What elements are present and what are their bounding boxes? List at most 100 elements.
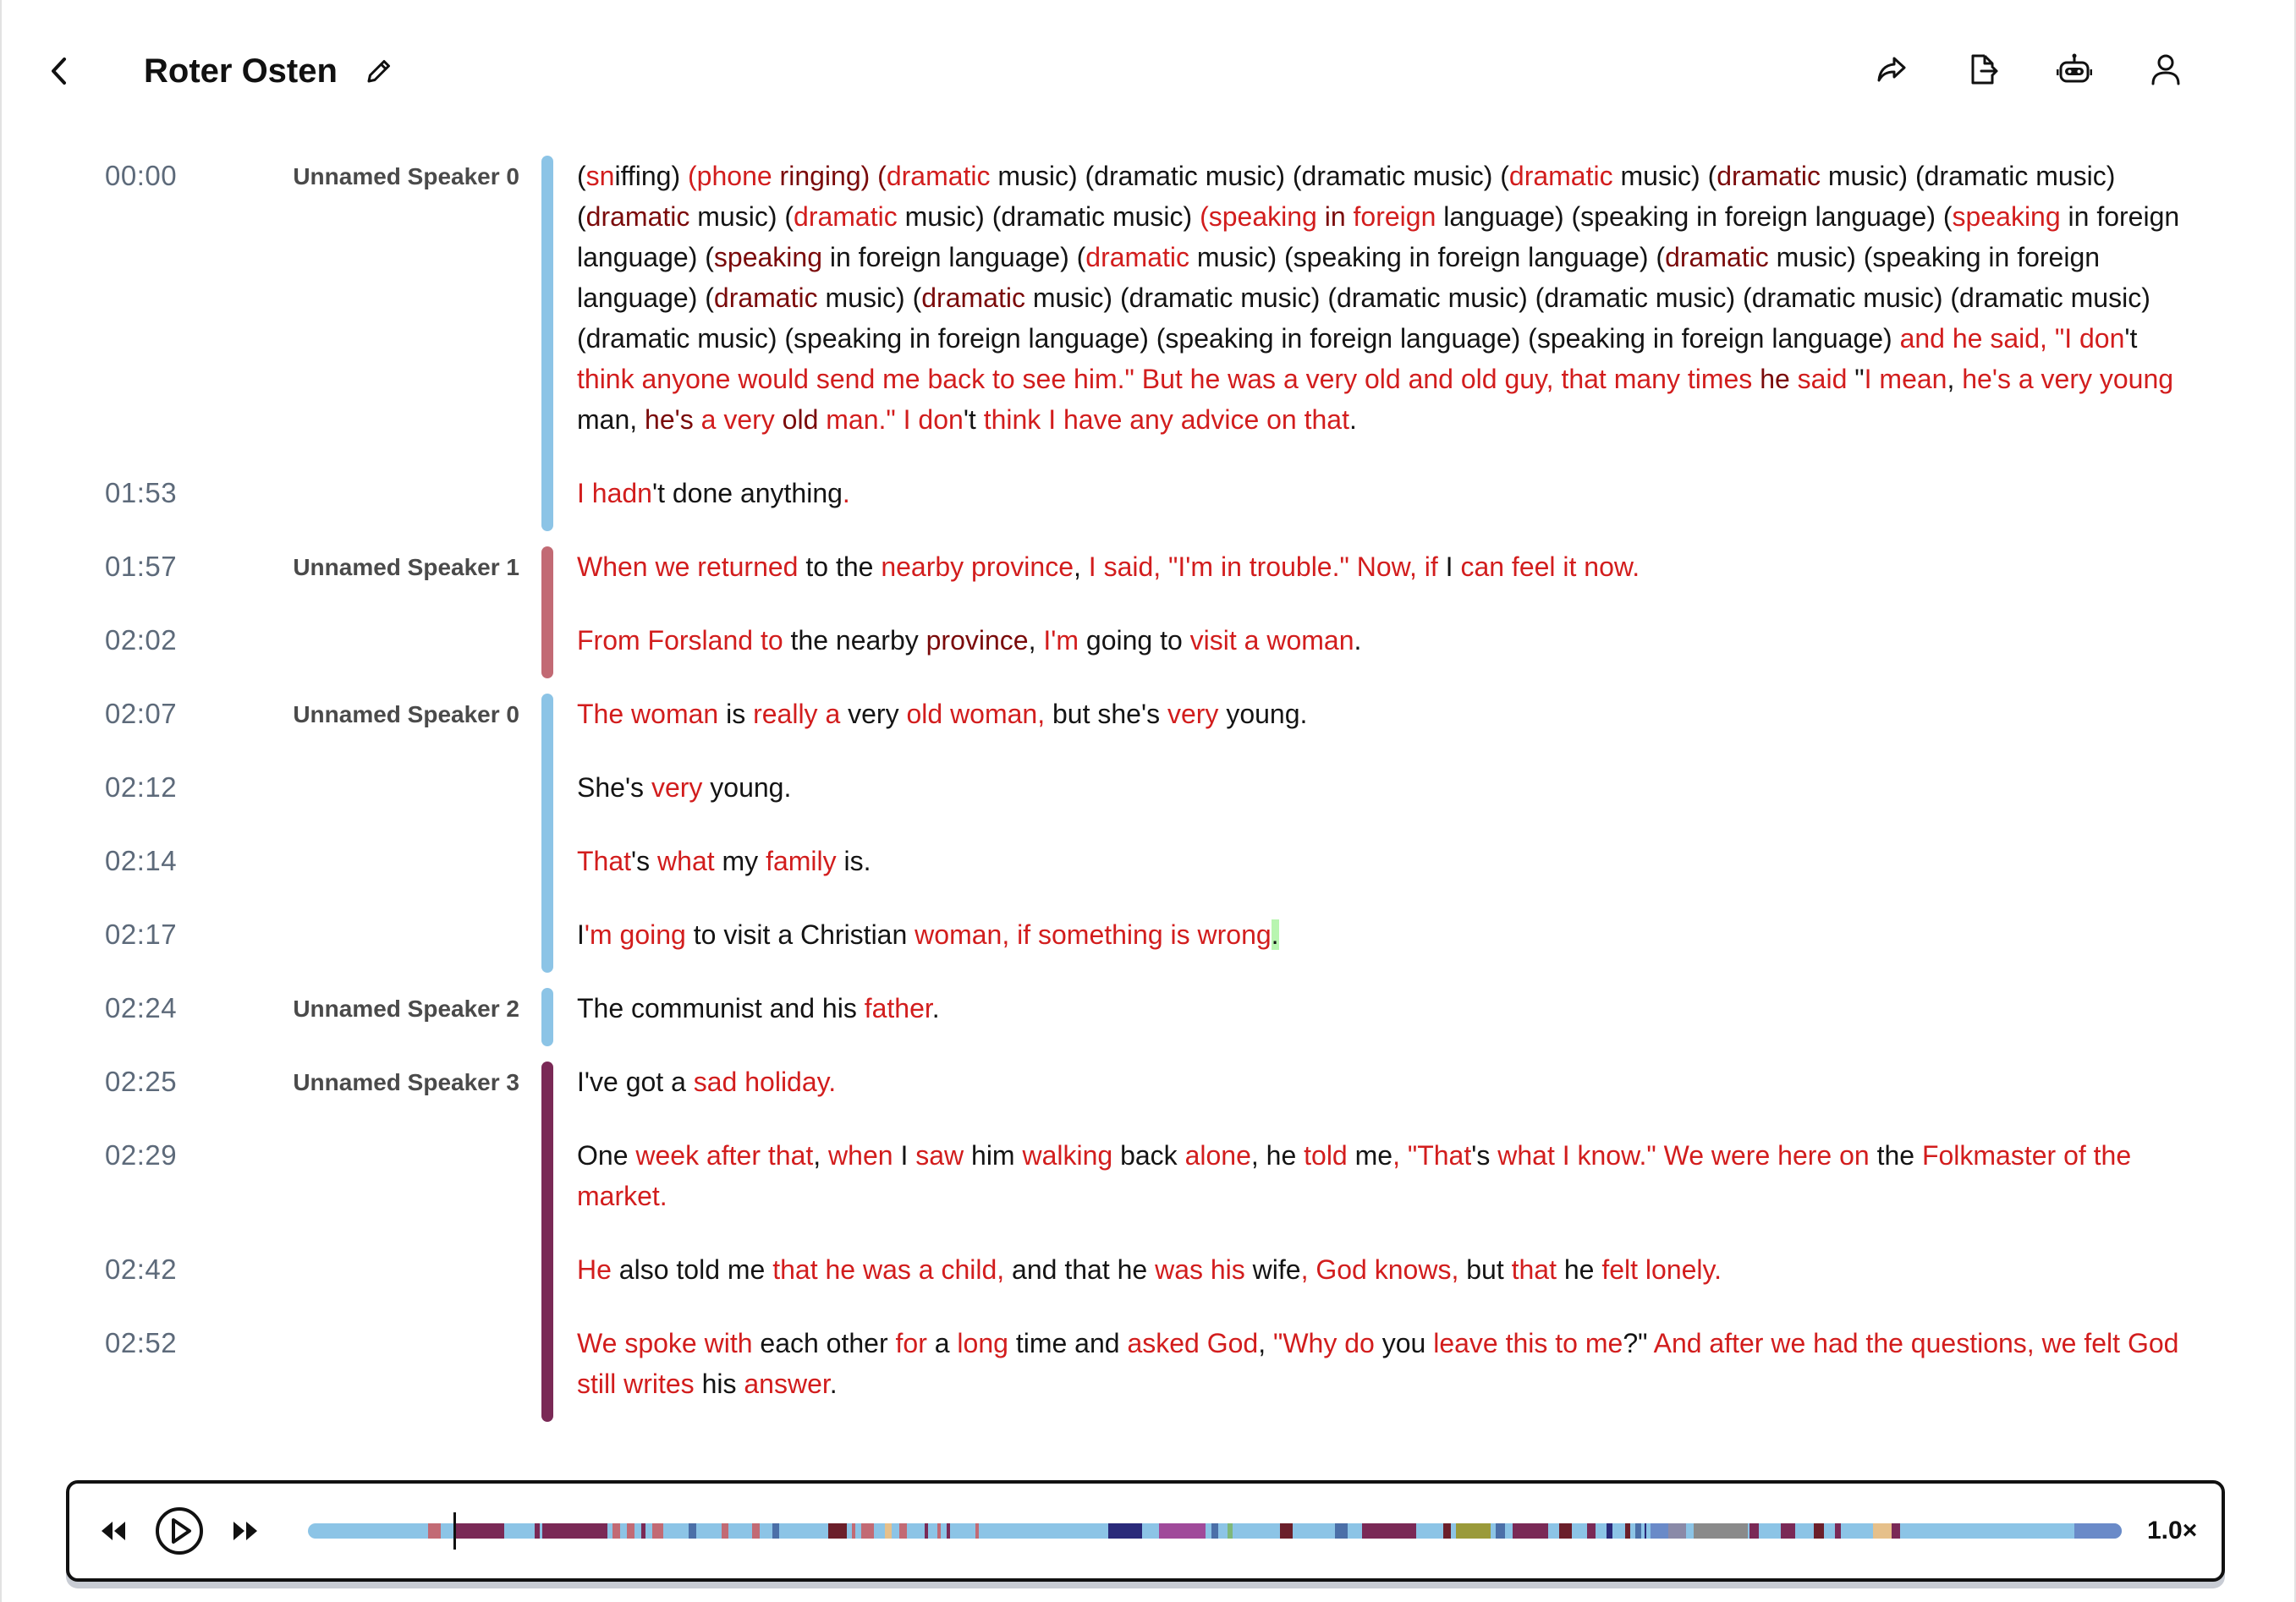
transcript-word[interactable]: sad holiday.: [694, 1067, 836, 1097]
transcript-word[interactable]: dramatic: [1665, 242, 1769, 272]
timeline-segment[interactable]: [541, 1523, 607, 1539]
transcript-word[interactable]: speaking: [714, 242, 822, 272]
transcript-word[interactable]: foreign: [1354, 201, 1436, 232]
segment-text[interactable]: He also told me that he was a child, and…: [577, 1249, 2201, 1290]
speaker-name[interactable]: Unnamed Speaker 0: [293, 700, 519, 729]
transcript-word[interactable]: ,: [1029, 625, 1044, 656]
segment-text[interactable]: I'm going to visit a Christian woman, if…: [577, 914, 2201, 955]
transcript-word[interactable]: dramatic: [1085, 242, 1189, 272]
timeline-segment[interactable]: [1607, 1523, 1612, 1539]
timeline-segment[interactable]: [937, 1523, 942, 1539]
speaker-name[interactable]: Unnamed Speaker 3: [293, 1068, 519, 1097]
segment-timestamp[interactable]: 02:29: [105, 1138, 177, 1172]
transcript-word[interactable]: saw: [915, 1140, 964, 1171]
transcript-word[interactable]: 's: [631, 846, 657, 876]
segment-timestamp[interactable]: 01:57: [105, 550, 177, 584]
segment-text[interactable]: When we returned to the nearby province,…: [577, 546, 2201, 587]
transcript-word[interactable]: back: [1112, 1140, 1184, 1171]
transcript-word[interactable]: (speaking: [1200, 201, 1317, 232]
segment-timestamp[interactable]: 01:53: [105, 476, 177, 510]
timeline-segment[interactable]: [1813, 1523, 1825, 1539]
playhead[interactable]: [453, 1512, 456, 1550]
transcript-word[interactable]: is.: [837, 846, 871, 876]
speaker-timeline[interactable]: [308, 1523, 2122, 1539]
rewind-button[interactable]: [88, 1506, 139, 1556]
segment-timestamp[interactable]: 02:14: [105, 844, 177, 878]
transcript-word[interactable]: I: [577, 478, 592, 508]
transcript-word[interactable]: He: [577, 1254, 612, 1285]
transcript-word[interactable]: From Forsland to: [577, 625, 783, 656]
timeline-segment[interactable]: [453, 1523, 504, 1539]
transcript-word[interactable]: The communist and his: [577, 993, 865, 1023]
timeline-segment[interactable]: [924, 1523, 929, 1539]
transcript-word[interactable]: my: [715, 846, 766, 876]
transcript-word[interactable]: family: [766, 846, 837, 876]
transcript-word[interactable]: I: [1438, 551, 1461, 582]
transcript-word[interactable]: walking: [1022, 1140, 1112, 1171]
timeline-segment[interactable]: [2074, 1523, 2122, 1539]
transcript-word[interactable]: he's: [645, 404, 694, 435]
transcript-word[interactable]: 't done anything: [652, 478, 843, 508]
transcript-word[interactable]: young.: [1218, 699, 1307, 729]
timeline-segment[interactable]: [860, 1523, 874, 1539]
transcript-word[interactable]: music) (: [689, 201, 794, 232]
transcript-word[interactable]: you: [1375, 1328, 1433, 1358]
segment-timestamp[interactable]: 02:52: [105, 1326, 177, 1360]
transcript-word[interactable]: .: [1349, 404, 1357, 435]
transcript-word[interactable]: and he said, "I don: [1900, 323, 2125, 354]
transcript-word[interactable]: language) (speaking in foreign language)…: [1436, 201, 1952, 232]
transcript-word[interactable]: to visit a Christian: [686, 919, 915, 950]
transcript-word[interactable]: very: [840, 699, 906, 729]
timeline-segment[interactable]: [1228, 1523, 1233, 1539]
segment-text[interactable]: That's what my family is.: [577, 841, 2201, 881]
transcript-word[interactable]: asked God: [1127, 1328, 1258, 1358]
timeline-segment[interactable]: [1559, 1523, 1573, 1539]
transcript-word[interactable]: 't: [964, 404, 984, 435]
transcript-word[interactable]: but: [1458, 1254, 1511, 1285]
timeline-segment[interactable]: [1645, 1523, 1647, 1539]
transcript-word[interactable]: The woman: [577, 699, 718, 729]
transcript-word[interactable]: father: [865, 993, 932, 1023]
transcript-word[interactable]: he: [1557, 1254, 1601, 1285]
timeline-segment[interactable]: [1456, 1523, 1491, 1539]
transcript-word[interactable]: the: [1870, 1140, 1922, 1171]
transcript-word[interactable]: each other: [753, 1328, 896, 1358]
transcript-word[interactable]: [694, 404, 701, 435]
page-title[interactable]: Roter Osten: [144, 47, 338, 95]
transcript-word[interactable]: wife: [1245, 1254, 1301, 1285]
transcript-word[interactable]: dramatic: [1509, 161, 1613, 191]
transcript-word[interactable]: 's: [1471, 1140, 1497, 1171]
transcript-word[interactable]: said: [1798, 364, 1848, 394]
timeline-segment[interactable]: [1334, 1523, 1348, 1539]
segment-text[interactable]: I hadn't done anything.: [577, 473, 2201, 513]
segment-text[interactable]: She's very young.: [577, 767, 2201, 808]
transcript-word[interactable]: and that he: [1004, 1254, 1155, 1285]
timeline-segment[interactable]: [721, 1523, 729, 1539]
transcript-word[interactable]: When we returned: [577, 551, 798, 582]
segment-timestamp[interactable]: 02:07: [105, 697, 177, 731]
transcript-word[interactable]: ,: [1947, 364, 1962, 394]
transcript-word[interactable]: really a: [753, 699, 840, 729]
transcript-word[interactable]: ,: [1258, 1328, 1273, 1358]
segment-text[interactable]: We spoke with each other for a long time…: [577, 1323, 2201, 1404]
transcript-word[interactable]: spoke with: [624, 1328, 752, 1358]
transcript-word[interactable]: think anyone would send me back to see h…: [577, 364, 1752, 394]
account-button[interactable]: [2147, 51, 2184, 88]
play-button[interactable]: [154, 1506, 205, 1556]
transcript-word[interactable]: .: [932, 993, 940, 1023]
transcript-word[interactable]: iffing): [614, 161, 688, 191]
transcript-word[interactable]: "Why do: [1273, 1328, 1375, 1358]
edit-title-button[interactable]: [362, 54, 396, 88]
export-button[interactable]: [1964, 51, 2002, 88]
transcript-word[interactable]: , God knows,: [1301, 1254, 1459, 1285]
transcript-word[interactable]: can feel it now.: [1460, 551, 1640, 582]
timeline-segment[interactable]: [772, 1523, 780, 1539]
timeline-segment[interactable]: [1280, 1523, 1294, 1539]
transcript-word[interactable]: was his: [1155, 1254, 1245, 1285]
transcript-word[interactable]: he's a very young: [1962, 364, 2173, 394]
transcript-word[interactable]: for: [896, 1328, 927, 1358]
transcript-word[interactable]: .: [1354, 625, 1362, 656]
transcript-word[interactable]: hadn: [592, 478, 652, 508]
timeline-segment[interactable]: [627, 1523, 634, 1539]
transcript-word[interactable]: dramatic: [887, 161, 991, 191]
